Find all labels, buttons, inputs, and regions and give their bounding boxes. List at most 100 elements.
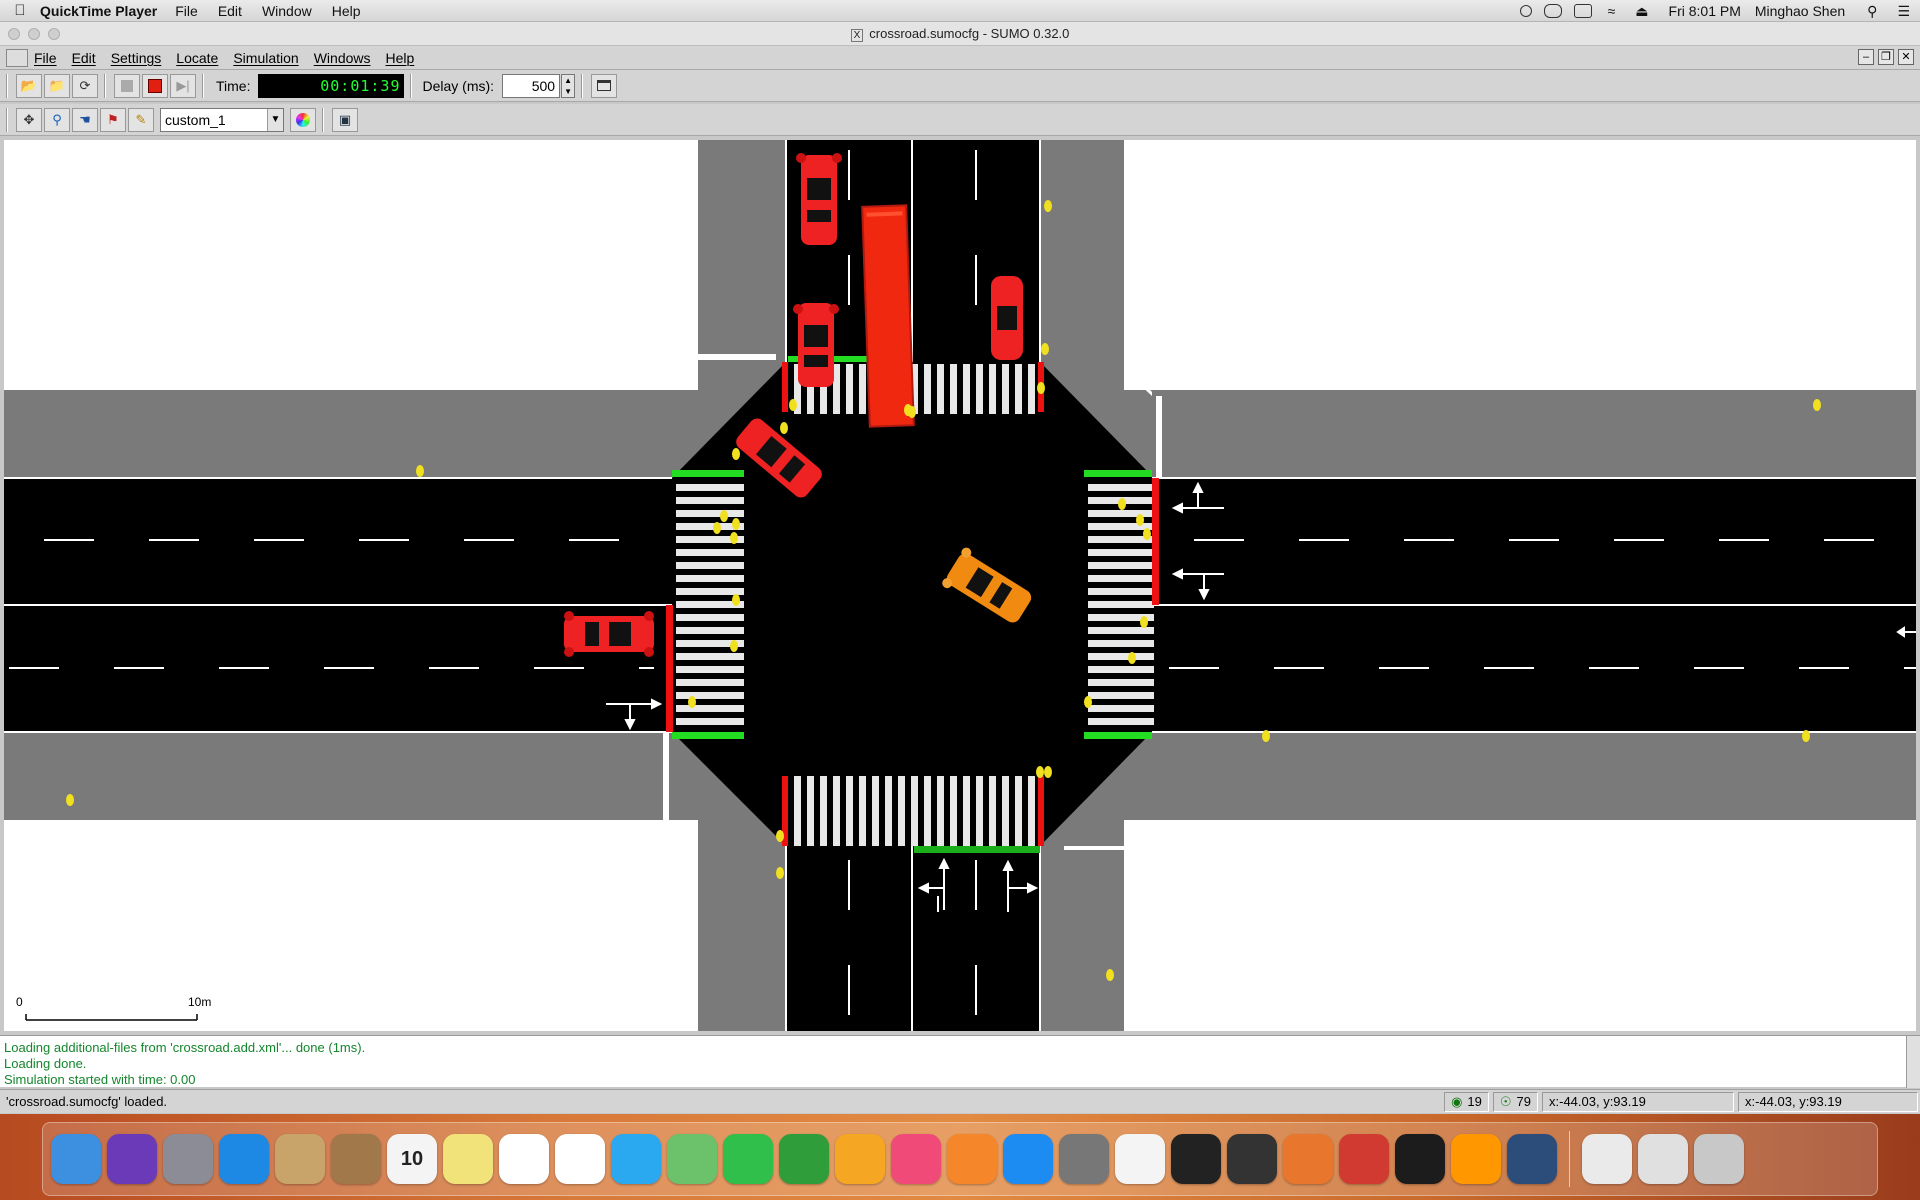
screen-record-icon[interactable] — [1519, 5, 1532, 17]
open-config-button[interactable]: 📂 — [16, 73, 42, 98]
step-button[interactable]: ▶| — [170, 73, 196, 98]
crosswalk-stripe-east — [1088, 601, 1154, 608]
app-icon[interactable] — [6, 48, 28, 67]
spotlight-icon[interactable]: ⚲ — [1867, 3, 1877, 20]
menu-help[interactable]: Help — [386, 50, 415, 66]
crosswalk-stripe-west — [676, 588, 744, 595]
pedestrian — [1044, 200, 1052, 212]
crosswalk-stripe-south — [911, 776, 918, 846]
show-tooltips-button[interactable]: ⚑ — [100, 107, 126, 132]
menu-file[interactable]: File — [34, 50, 57, 66]
menu-locate[interactable]: Locate — [176, 50, 218, 66]
delay-input[interactable]: 500 — [502, 73, 561, 98]
dock-reminders-icon[interactable] — [499, 1134, 549, 1184]
dock-remote-desktop-icon[interactable] — [1339, 1134, 1389, 1184]
mac-menu-window[interactable]: Window — [262, 3, 312, 19]
eject-icon[interactable]: ⏏ — [1635, 3, 1648, 20]
message-window[interactable]: Loading additional-files from 'crossroad… — [0, 1035, 1920, 1088]
dock-photos-icon[interactable] — [555, 1134, 605, 1184]
mdi-close-icon[interactable]: ✕ — [1898, 49, 1914, 65]
geo-coords-cell: x:-44.03, y:93.19 — [1738, 1091, 1918, 1112]
notification-center-icon[interactable]: ☰ — [1897, 3, 1910, 20]
mdi-restore-icon[interactable]: ❐ — [1878, 49, 1894, 65]
vehicle-truck-north — [861, 204, 915, 428]
run-button[interactable] — [114, 73, 140, 98]
dock-activity-monitor-icon[interactable] — [1395, 1134, 1445, 1184]
dock-documents-icon[interactable] — [1582, 1134, 1632, 1184]
dock-trash-icon[interactable] — [1694, 1134, 1744, 1184]
crosswalk-stripe-west — [676, 718, 744, 725]
mac-menu-edit[interactable]: Edit — [218, 3, 242, 19]
crosswalk-stripe-north — [976, 364, 983, 414]
menu-simulation[interactable]: Simulation — [233, 50, 298, 66]
stop-icon — [148, 78, 162, 93]
dock-sublime-text-icon[interactable] — [1451, 1134, 1501, 1184]
dock-calendar-icon[interactable]: 10 — [387, 1134, 437, 1184]
dock-xquartz-icon[interactable] — [1227, 1134, 1277, 1184]
edit-viewport-button[interactable]: ✎ — [128, 107, 154, 132]
mac-menu-help[interactable]: Help — [332, 3, 361, 19]
zoom-button[interactable]: ⚲ — [44, 107, 70, 132]
dock-maps-icon[interactable] — [667, 1134, 717, 1184]
view-toolbar: ✥ ⚲ ☚ ⚑ ✎ custom_1 ▼ ▣ — [0, 104, 1920, 136]
color-scheme-select[interactable]: custom_1 ▼ — [160, 107, 284, 132]
dock-facetime-icon[interactable] — [723, 1134, 773, 1184]
stop-button[interactable] — [142, 73, 168, 98]
wifi-icon[interactable]: ≈ — [1608, 3, 1616, 19]
visualization-settings-button[interactable] — [290, 107, 316, 132]
recenter-view-button[interactable]: ✥ — [16, 107, 42, 132]
delay-spinner[interactable]: ▲ ▼ — [561, 73, 576, 98]
dock-chrome-icon[interactable] — [1115, 1134, 1165, 1184]
intersection-drawing — [4, 140, 1916, 1031]
dock-finder-icon[interactable] — [51, 1134, 101, 1184]
dock-matlab-icon[interactable] — [1283, 1134, 1333, 1184]
menu-edit[interactable]: Edit — [72, 50, 96, 66]
crosswalk-stripe-south — [1015, 776, 1022, 846]
crosswalk-stripe-east — [1088, 484, 1154, 491]
new-view-button[interactable] — [591, 73, 618, 98]
toolbar-grip — [6, 107, 8, 132]
dock-system-preferences-icon[interactable] — [1059, 1134, 1109, 1184]
creative-cloud-icon[interactable] — [1543, 4, 1562, 18]
crosswalk-stripe-north — [963, 364, 970, 414]
person-count-cell[interactable]: ☉ 79 — [1492, 1091, 1538, 1112]
open-network-button[interactable]: 📁 — [44, 73, 70, 98]
locate-junction-button[interactable]: ☚ — [72, 107, 98, 132]
dock-keynote-icon[interactable] — [835, 1134, 885, 1184]
vehicle-count-cell[interactable]: ◉ 19 — [1444, 1091, 1489, 1112]
menu-windows[interactable]: Windows — [314, 50, 371, 66]
dock-itunes-icon[interactable] — [891, 1134, 941, 1184]
crosswalk-stripe-north — [1002, 364, 1009, 414]
screenshot-button[interactable]: ▣ — [332, 107, 358, 132]
reload-button[interactable]: ⟳ — [72, 73, 98, 98]
mdi-minimize-icon[interactable]: – — [1858, 49, 1874, 65]
dock-safari-icon[interactable] — [219, 1134, 269, 1184]
dock-launchpad-icon[interactable] — [163, 1134, 213, 1184]
crosswalk-stripe-east — [1088, 653, 1154, 660]
dock-messages-icon[interactable] — [611, 1134, 661, 1184]
menubar-user[interactable]: Minghao Shen — [1755, 3, 1845, 19]
toolbar-separator — [202, 73, 204, 98]
menubar-clock[interactable]: Fri 8:01 PM — [1669, 3, 1741, 19]
dock-downloads-stack-icon[interactable] — [1638, 1134, 1688, 1184]
dock-ibooks-icon[interactable] — [947, 1134, 997, 1184]
dock-quicktime-icon[interactable] — [1507, 1134, 1557, 1184]
dock-mail-icon[interactable] — [275, 1134, 325, 1184]
network-view-canvas[interactable]: 0 10m — [4, 140, 1916, 1031]
crosswalk-stripe-south — [976, 776, 983, 846]
dock-numbers-icon[interactable] — [779, 1134, 829, 1184]
dock-notes-icon[interactable] — [443, 1134, 493, 1184]
dock-app-store-icon[interactable] — [1003, 1134, 1053, 1184]
apple-menu-icon[interactable]:  — [0, 2, 40, 19]
app-menu-quicktime[interactable]: QuickTime Player — [40, 3, 157, 19]
crosswalk-stripe-north — [846, 364, 853, 414]
airplay-icon[interactable] — [1573, 4, 1592, 18]
menu-settings[interactable]: Settings — [111, 50, 162, 66]
sumo-menubar: File Edit Settings Locate Simulation Win… — [0, 46, 1920, 70]
mac-menu-file[interactable]: File — [175, 3, 198, 19]
message-scrollbar[interactable] — [1906, 1036, 1920, 1088]
dock-terminal-icon[interactable] — [1171, 1134, 1221, 1184]
dock-contacts-icon[interactable] — [331, 1134, 381, 1184]
dock-siri-icon[interactable] — [107, 1134, 157, 1184]
scale-bar — [25, 1014, 198, 1021]
